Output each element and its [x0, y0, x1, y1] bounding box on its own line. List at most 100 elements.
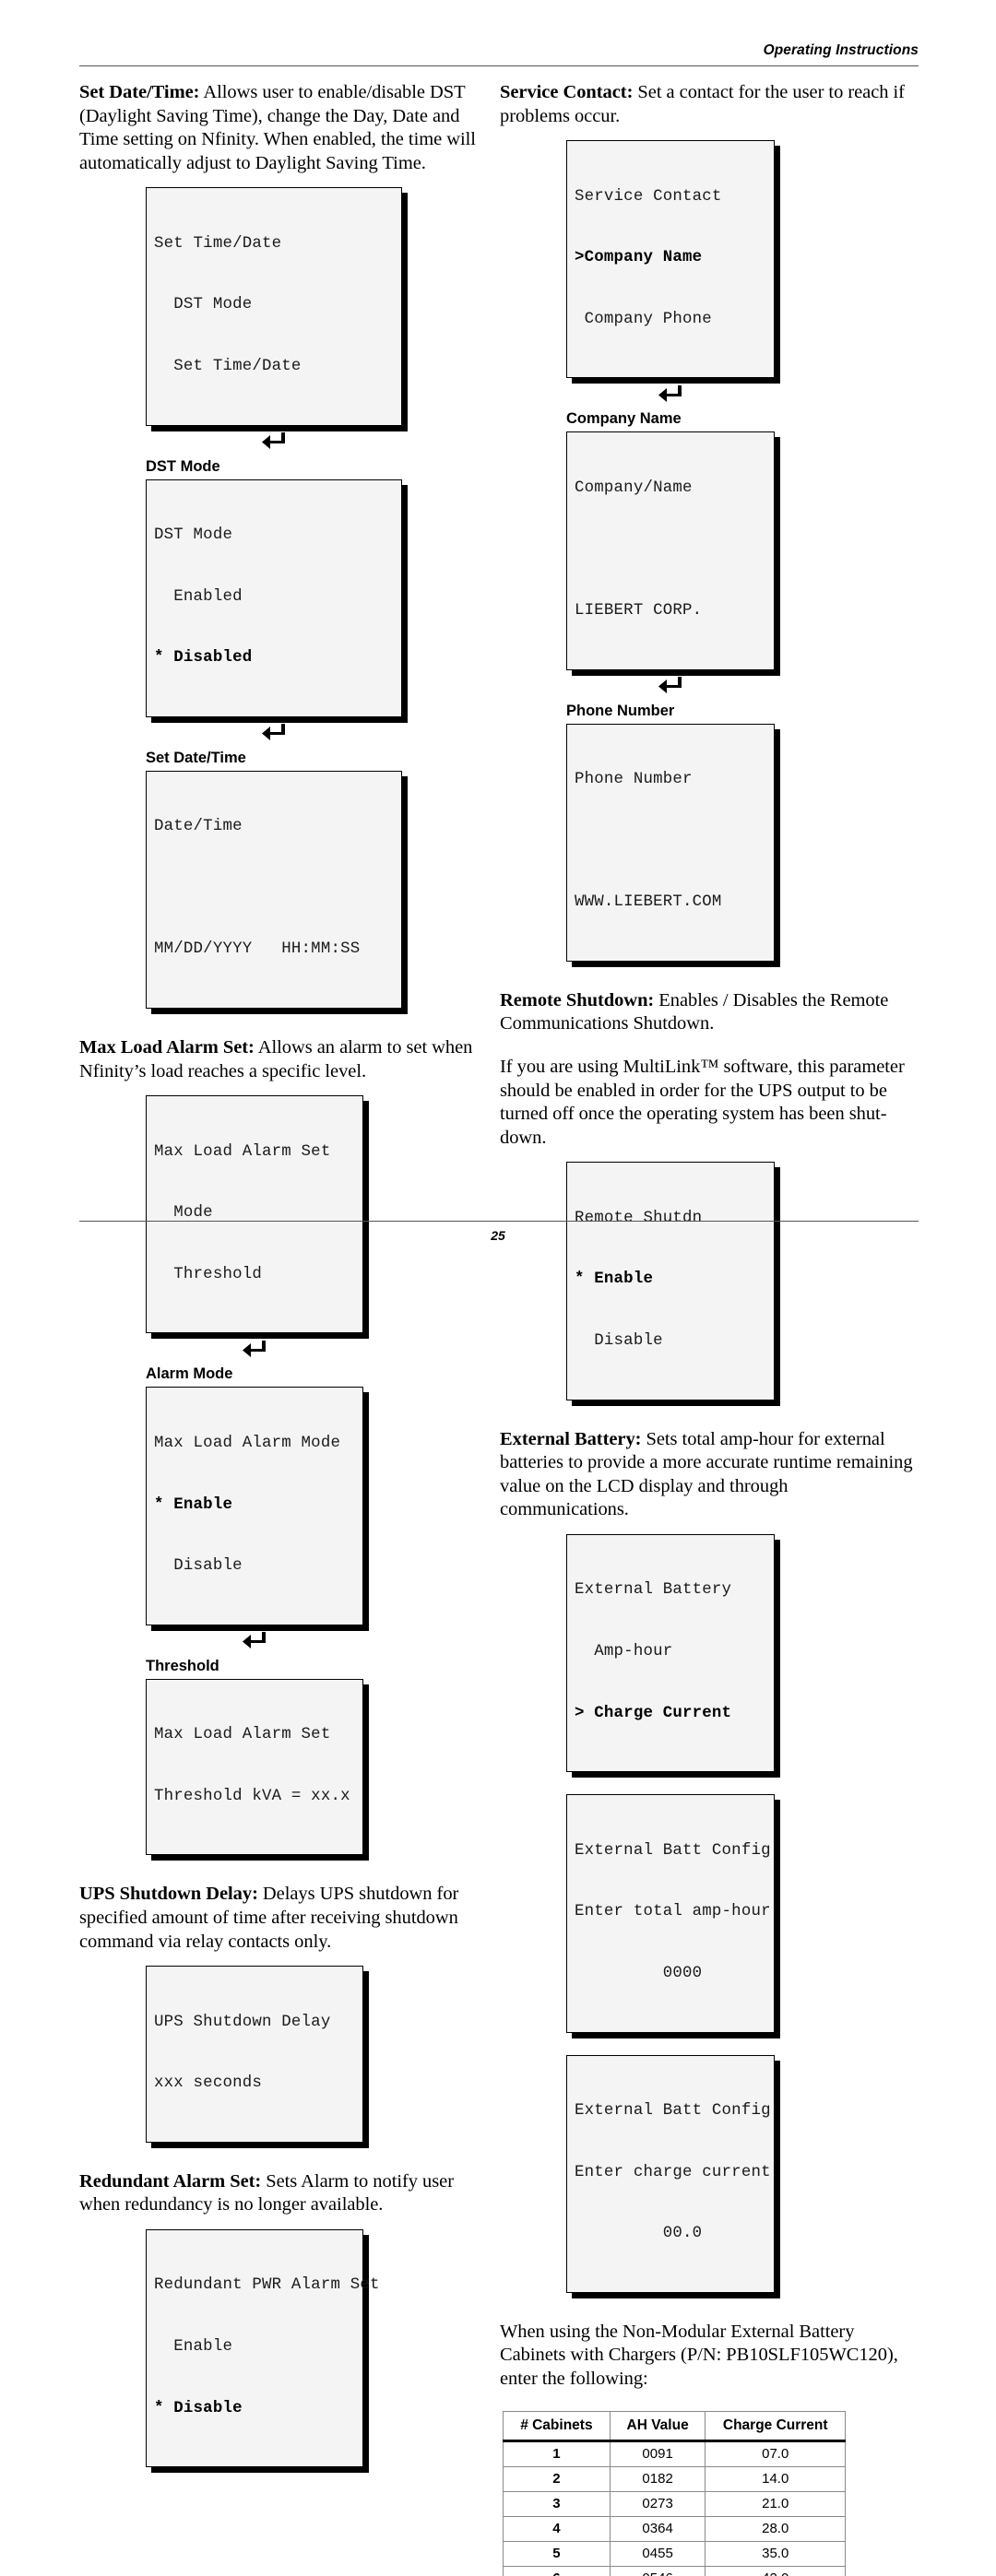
external-battery-intro: External Battery: Sets total amp-hour fo…: [500, 1428, 913, 1522]
redundant-alarm-intro: Redundant Alarm Set: Sets Alarm to notif…: [79, 2170, 485, 2217]
cell-cabinets: 3: [503, 2490, 611, 2517]
lcd-line: DST Mode: [154, 296, 253, 314]
lcd-line: LIEBERT CORP.: [575, 602, 703, 620]
footer-divider: [79, 1221, 919, 1222]
cell-ah-value: 0273: [609, 2490, 706, 2517]
lcd-line-selected: * Disable: [154, 2399, 243, 2417]
table-row: 5 0455 35.0: [503, 2540, 846, 2567]
lcd-line: DST Mode: [154, 526, 233, 545]
remote-shutdown-intro: Remote Shutdown: Enables / Disables the …: [500, 989, 913, 1036]
heading-dst-mode: DST Mode: [146, 457, 220, 475]
remote-shutdown-para2: If you are using MultiLink™ software, th…: [500, 1057, 905, 1148]
lcd-line: 0000: [575, 1964, 703, 1982]
cabinets-note: When using the Non-Modular External Batt…: [500, 2321, 898, 2389]
lcd-line: Max Load Alarm Mode: [154, 1434, 341, 1452]
heading-set-date-time: Set Date/Time: [146, 749, 246, 766]
lcd-line: Enter charge current: [575, 2163, 771, 2181]
lcd-line: UPS Shutdown Delay: [154, 2013, 331, 2031]
lcd-line: Enter total amp-hour: [575, 1903, 771, 1921]
lcd-line: Threshold kVA = xx.x: [154, 1787, 350, 1805]
cell-charge-current: 42.0: [705, 2565, 846, 2576]
lcd-screen-service-contact: Service Contact >Company Name Company Ph…: [566, 140, 913, 379]
heading-company-name: Company Name: [566, 410, 682, 428]
lcd-screen-redundant-pwr-alarm: Redundant PWR Alarm Set Enable * Disable: [146, 2228, 485, 2468]
lcd-line: External Batt Config: [575, 2101, 771, 2120]
max-load-intro: Max Load Alarm Set: Allows an alarm to s…: [79, 1036, 485, 1083]
cell-charge-current: 14.0: [705, 2465, 846, 2492]
lcd-line: Amp-hour: [575, 1643, 673, 1661]
lcd-line: Company/Name: [575, 479, 693, 497]
table-row: 2 0182 14.0: [503, 2465, 846, 2492]
heading-alarm-mode: Alarm Mode: [146, 1365, 233, 1383]
lcd-line: Set Time/Date: [154, 358, 302, 375]
lcd-line: WWW.LIEBERT.COM: [575, 893, 722, 912]
lcd-screen-set-time-date: Set Time/Date DST Mode Set Time/Date: [146, 187, 485, 426]
page-header-title: Operating Instructions: [763, 42, 919, 58]
ups-shutdown-intro: UPS Shutdown Delay: Delays UPS shutdown …: [79, 1883, 485, 1954]
lcd-screen-ups-shutdown-delay: UPS Shutdown Delay xxx seconds: [146, 1966, 485, 2143]
lcd-line-selected: * Enable: [154, 1495, 233, 1514]
redundant-alarm-term: Redundant Alarm Set:: [79, 2170, 262, 2192]
lcd-line: Enable: [154, 2337, 233, 2356]
lcd-line: Max Load Alarm Set: [154, 1142, 331, 1161]
lcd-screen-external-battery: External Battery Amp-hour > Charge Curre…: [566, 1534, 913, 1773]
lcd-line-blank: [575, 539, 766, 560]
lcd-line: Set Time/Date: [154, 234, 282, 253]
header-divider: [79, 65, 919, 66]
service-contact-term: Service Contact:: [500, 82, 634, 102]
lcd-line: Phone Number: [575, 771, 693, 789]
lcd-line-blank: [154, 879, 394, 899]
lcd-screen-ext-batt-charge-current: External Batt Config Enter charge curren…: [566, 2054, 913, 2293]
cell-charge-current: 28.0: [705, 2515, 846, 2542]
battery-cabinet-table-wrap: # Cabinets AH Value Charge Current 1 009…: [503, 2410, 913, 2576]
set-datetime-intro: Set Date/Time: Allows user to enable/dis…: [79, 81, 485, 175]
service-contact-intro: Service Contact: Set a contact for the u…: [500, 81, 913, 128]
page-number: 25: [491, 1228, 505, 1243]
cell-charge-current: 35.0: [705, 2540, 846, 2567]
cell-cabinets: 2: [503, 2465, 611, 2492]
lcd-line-selected: >Company Name: [575, 249, 703, 267]
remote-shutdown-term: Remote Shutdown:: [500, 989, 655, 1010]
set-datetime-term: Set Date/Time:: [79, 82, 200, 102]
lcd-screen-phone-number: Phone Number WWW.LIEBERT.COM: [566, 723, 913, 962]
external-battery-term: External Battery:: [500, 1428, 642, 1449]
lcd-line: Disable: [154, 1557, 243, 1576]
lcd-screen-company-name: Company/Name LIEBERT CORP.: [566, 431, 913, 670]
table-row: 6 0546 42.0: [503, 2565, 846, 2576]
cell-cabinets: 5: [503, 2540, 611, 2567]
lcd-screen-remote-shutdn: Remote Shutdn * Enable Disable: [566, 1162, 913, 1400]
table-header-ah-value: AH Value: [609, 2410, 706, 2442]
lcd-line: xxx seconds: [154, 2074, 262, 2093]
lcd-line: Date/Time: [154, 818, 243, 836]
lcd-line: Enabled: [154, 587, 243, 606]
table-header-cabinets: # Cabinets: [503, 2410, 611, 2442]
cell-ah-value: 0091: [609, 2440, 706, 2467]
enter-return-arrow-icon: [146, 428, 402, 455]
ups-shutdown-term: UPS Shutdown Delay:: [79, 1884, 258, 1905]
table-header-row: # Cabinets AH Value Charge Current: [503, 2410, 846, 2442]
lcd-line: Service Contact: [575, 187, 722, 206]
document-page: Operating Instructions Set Date/Time: Al…: [0, 0, 996, 2576]
cell-ah-value: 0182: [609, 2465, 706, 2492]
cell-charge-current: 07.0: [705, 2440, 846, 2467]
lcd-line-selected: * Enable: [575, 1270, 654, 1289]
lcd-line: 00.0: [575, 2225, 703, 2243]
right-column: Service Contact: Set a contact for the u…: [500, 81, 913, 2576]
heading-threshold: Threshold: [146, 1657, 219, 1674]
lcd-screen-threshold: Max Load Alarm Set Threshold kVA = xx.x: [146, 1678, 485, 1856]
lcd-screen-dst-mode: DST Mode Enabled * Disabled: [146, 479, 485, 717]
table-row: 4 0364 28.0: [503, 2515, 846, 2542]
lcd-line: Remote Shutdn: [575, 1209, 703, 1227]
enter-return-arrow-icon: [146, 719, 402, 747]
cell-cabinets: 4: [503, 2515, 611, 2542]
cell-cabinets: 6: [503, 2565, 611, 2576]
lcd-line: External Batt Config: [575, 1841, 771, 1860]
cell-ah-value: 0546: [609, 2565, 706, 2576]
table-header-charge-current: Charge Current: [705, 2410, 846, 2442]
lcd-screen-date-time: Date/Time MM/DD/YYYY HH:MM:SS: [146, 770, 485, 1010]
lcd-line: Max Load Alarm Set: [154, 1726, 331, 1744]
enter-return-arrow-icon: [566, 672, 775, 700]
enter-return-arrow-icon: [146, 1335, 363, 1363]
enter-return-arrow-icon: [566, 380, 775, 408]
max-load-term: Max Load Alarm Set:: [79, 1037, 255, 1058]
